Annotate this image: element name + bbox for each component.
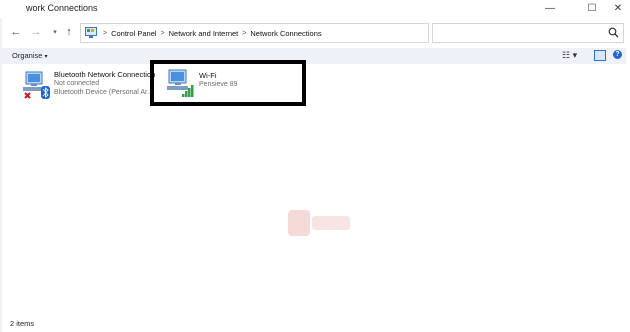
control-panel-icon <box>85 27 97 38</box>
close-button[interactable]: ✕ <box>606 0 630 17</box>
minimize-button[interactable]: — <box>534 0 566 17</box>
title-bar: work Connections — ☐ ✕ <box>0 0 630 18</box>
highlight-box <box>150 60 306 106</box>
breadcrumb-control-panel[interactable]: Control Panel <box>111 29 156 38</box>
watermark-logo <box>288 210 350 236</box>
window-title: work Connections <box>26 3 98 13</box>
breadcrumb-separator: > <box>160 29 165 37</box>
item-count: 2 items <box>10 319 35 328</box>
breadcrumb: > Control Panel > Network and Internet >… <box>99 24 322 42</box>
list-item-bluetooth-connection[interactable]: Bluetooth Network Connection Not connect… <box>22 68 156 104</box>
breadcrumb-network-and-internet[interactable]: Network and Internet <box>169 29 239 38</box>
breadcrumb-separator: > <box>103 29 108 37</box>
search-box[interactable] <box>432 23 624 43</box>
forward-button[interactable]: → <box>28 23 44 41</box>
address-bar[interactable]: > Control Panel > Network and Internet >… <box>80 23 497 43</box>
chevron-down-icon: ▾ <box>44 54 48 60</box>
search-icon[interactable] <box>608 27 619 38</box>
organise-label: Organise <box>12 51 43 60</box>
breadcrumb-network-connections[interactable]: Network Connections <box>250 29 321 38</box>
preview-pane-button[interactable] <box>594 50 606 61</box>
connections-list: Bluetooth Network Connection Not connect… <box>2 64 626 318</box>
up-button[interactable]: ↑ <box>61 23 77 41</box>
navigation-bar: ← → ▾ ↑ > Control Panel > Network and In… <box>0 22 630 43</box>
connection-device: Bluetooth Device (Personal Ar... <box>54 89 153 96</box>
maximize-button[interactable]: ☐ <box>576 0 608 17</box>
connection-status: Not connected <box>54 80 100 87</box>
back-button[interactable]: ← <box>8 23 24 41</box>
view-options-button[interactable]: ☷ ▾ <box>562 50 577 61</box>
organise-button[interactable]: Organise ▾ <box>12 51 47 60</box>
help-button[interactable]: ? <box>613 50 622 59</box>
command-bar: Organise ▾ ☷ ▾ ? <box>2 48 626 64</box>
connection-name: Bluetooth Network Connection <box>54 70 156 79</box>
network-computer-icon <box>23 71 50 99</box>
breadcrumb-separator: > <box>242 29 247 37</box>
